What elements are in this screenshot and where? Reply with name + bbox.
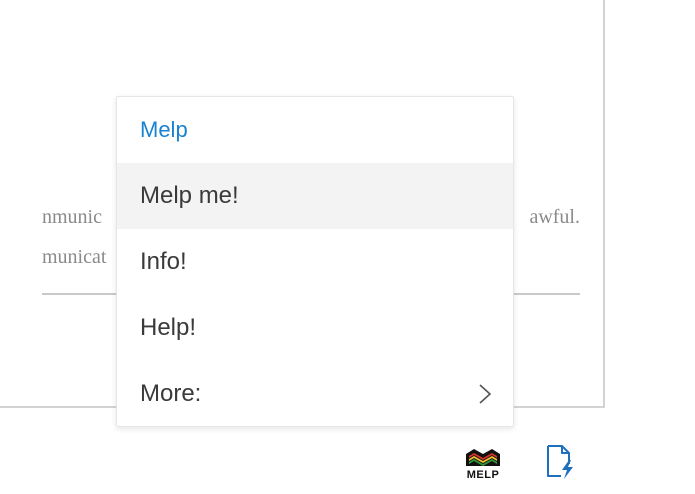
context-menu: Melp Melp me! Info! Help! More:	[116, 96, 514, 427]
menu-item-melp-me[interactable]: Melp me!	[117, 163, 513, 229]
menu-item-info[interactable]: Info!	[117, 229, 513, 295]
document-text-line: nmunic	[42, 206, 102, 228]
document-text-line: municat	[42, 246, 107, 268]
menu-item-help[interactable]: Help!	[117, 295, 513, 361]
document-lightning-icon[interactable]	[545, 444, 577, 480]
document-text-line: awful.	[529, 206, 580, 228]
logo-text: MELP	[466, 469, 500, 481]
chevron-right-icon	[479, 384, 492, 404]
menu-header: Melp	[140, 117, 188, 142]
screen: nmunic awful. municat Melp Melp me! Info…	[0, 0, 695, 494]
menu-item-more[interactable]: More:	[117, 361, 513, 427]
melp-logo-icon[interactable]: MELP	[462, 446, 504, 482]
melp-logo-mark	[466, 449, 500, 466]
menu-item-label: More:	[140, 380, 202, 407]
